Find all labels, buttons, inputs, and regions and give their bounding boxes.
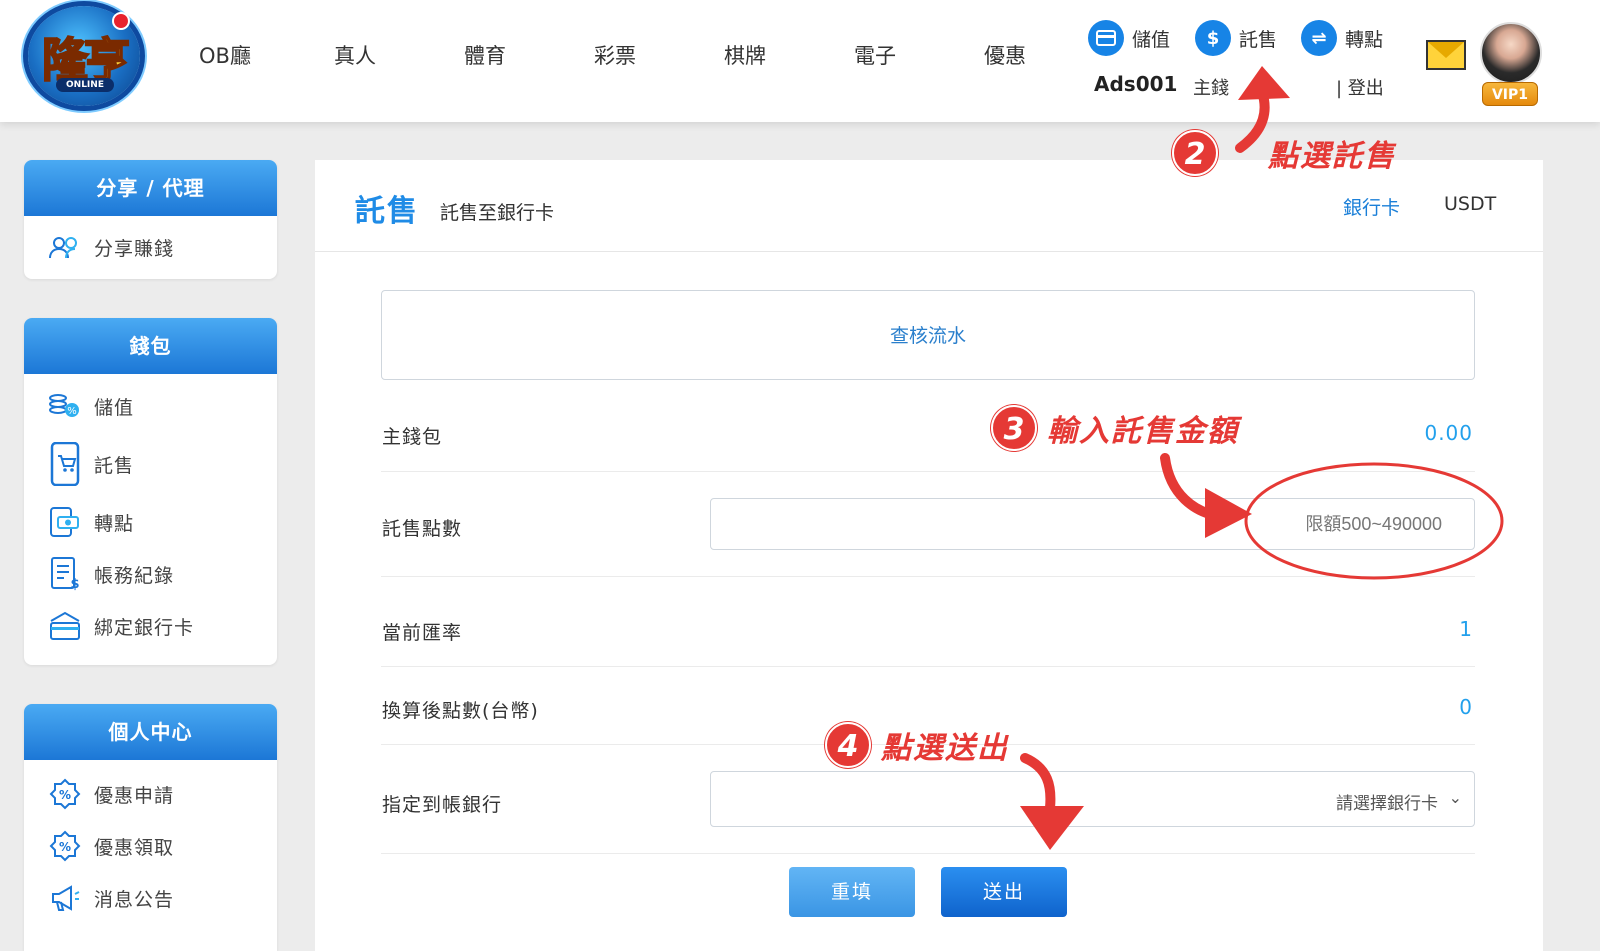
main-wallet-value: 0.00 xyxy=(1424,421,1473,445)
rate-value: 1 xyxy=(1459,617,1473,641)
svg-text:%: % xyxy=(67,406,77,417)
sidebar-item-deposit[interactable]: % 儲值 xyxy=(24,380,277,432)
divider xyxy=(381,853,1475,854)
tab-usdt[interactable]: USDT xyxy=(1444,193,1496,215)
withdraw-button[interactable]: $ 託售 xyxy=(1195,20,1277,56)
chevron-down-icon: ⌄ xyxy=(1448,788,1462,807)
nav-item-lottery[interactable]: 彩票 xyxy=(550,40,680,70)
username: Ads001 xyxy=(1094,72,1178,96)
divider xyxy=(381,471,1475,472)
sidebar-wallet-card: 錢包 % 儲值 託售 轉點 $ 帳務紀錄 綁定銀行卡 xyxy=(24,318,277,665)
logo-badge-icon xyxy=(112,12,130,30)
sidebar-item-label: 儲值 xyxy=(94,396,135,419)
logout-link[interactable]: | 登出 xyxy=(1336,74,1384,100)
svg-text:%: % xyxy=(59,840,71,854)
nav-item-live[interactable]: 真人 xyxy=(290,40,420,70)
transfer-money-icon xyxy=(48,505,82,539)
sidebar-item-label: 託售 xyxy=(94,454,135,477)
sidebar-item-label: 優惠申請 xyxy=(94,784,175,807)
coins-icon: % xyxy=(48,389,82,423)
divider xyxy=(381,666,1475,667)
sidebar-share-title: 分享 / 代理 xyxy=(24,160,277,216)
deposit-label: 儲值 xyxy=(1132,28,1171,51)
transfer-arrows-icon: ⇌ xyxy=(1301,20,1337,56)
nav-item-ob-hall[interactable]: OB廳 xyxy=(160,40,290,70)
bank-card-icon xyxy=(48,609,82,643)
top-header: 隆亨 ONLINE OB廳 真人 體育 彩票 棋牌 電子 優惠 儲值 $ 託售 … xyxy=(0,0,1600,122)
main-nav: OB廳 真人 體育 彩票 棋牌 電子 優惠 xyxy=(160,40,1070,70)
bank-label: 指定到帳銀行 xyxy=(382,794,503,816)
sidebar-item-promo-apply[interactable]: % 優惠申請 xyxy=(24,768,277,820)
nav-item-slots[interactable]: 電子 xyxy=(810,40,940,70)
svg-text:$: $ xyxy=(70,577,79,591)
transfer-label: 轉點 xyxy=(1345,28,1384,51)
page-title: 託售 xyxy=(355,194,419,229)
sidebar-item-label: 優惠領取 xyxy=(94,836,175,859)
step4-text: 點選送出 xyxy=(881,731,1009,766)
main-wallet-label: 主錢 xyxy=(1193,78,1229,99)
tab-bank-card[interactable]: 銀行卡 xyxy=(1343,193,1400,220)
card-icon xyxy=(1088,20,1124,56)
rate-label: 當前匯率 xyxy=(382,622,463,644)
bank-select[interactable]: 請選擇銀行卡 ⌄ xyxy=(710,771,1475,827)
page-subtitle: 託售至銀行卡 xyxy=(440,202,555,224)
converted-label: 換算後點數(台幣) xyxy=(382,700,539,722)
sidebar-item-ledger[interactable]: $ 帳務紀錄 xyxy=(24,548,277,600)
nav-item-promotions[interactable]: 優惠 xyxy=(940,40,1070,70)
percent-badge-icon: % xyxy=(48,777,82,811)
sidebar-wallet-title: 錢包 xyxy=(24,318,277,374)
sidebar-item-withdraw[interactable]: 託售 xyxy=(24,432,277,496)
transfer-button[interactable]: ⇌ 轉點 xyxy=(1301,20,1383,56)
users-icon xyxy=(48,231,82,265)
site-logo[interactable]: 隆亨 ONLINE xyxy=(28,6,140,106)
sidebar-personal-title: 個人中心 xyxy=(24,704,277,760)
submit-button[interactable]: 送出 xyxy=(941,867,1067,917)
main-wallet-row-label: 主錢包 xyxy=(382,426,443,448)
step3-number: 3 xyxy=(991,405,1037,451)
bank-select-value: 請選擇銀行卡 xyxy=(1336,794,1438,814)
avatar[interactable] xyxy=(1480,22,1542,84)
step4-annotation: 4 點選送出 xyxy=(825,722,1009,768)
svg-text:%: % xyxy=(59,788,71,802)
sidebar-item-promo-claim[interactable]: % 優惠領取 xyxy=(24,820,277,872)
sidebar-item-bind-card[interactable]: 綁定銀行卡 xyxy=(24,600,277,652)
mail-icon[interactable] xyxy=(1426,40,1466,70)
nav-item-sports[interactable]: 體育 xyxy=(420,40,550,70)
reset-button[interactable]: 重填 xyxy=(789,867,915,917)
sidebar-item-share-earn[interactable]: 分享賺錢 xyxy=(24,216,277,279)
percent-badge-icon: % xyxy=(48,829,82,863)
audit-turnover-button[interactable]: 查核流水 xyxy=(381,290,1475,380)
divider xyxy=(381,576,1475,577)
sidebar-item-label: 轉點 xyxy=(94,512,135,535)
logo-sub-text: ONLINE xyxy=(56,78,114,92)
nav-item-cards[interactable]: 棋牌 xyxy=(680,40,810,70)
sidebar-item-label: 帳務紀錄 xyxy=(94,564,175,587)
step4-number: 4 xyxy=(825,722,871,768)
step2-number: 2 xyxy=(1172,130,1218,176)
sidebar-item-announcements[interactable]: 消息公告 xyxy=(24,872,277,924)
ledger-icon: $ xyxy=(48,557,82,591)
converted-value: 0 xyxy=(1459,695,1473,719)
step2-annotation: 2 點選託售 xyxy=(1172,130,1396,176)
sidebar-item-label: 綁定銀行卡 xyxy=(94,616,195,639)
sell-points-label: 託售點數 xyxy=(382,518,463,540)
step2-text: 點選託售 xyxy=(1268,139,1396,174)
withdraw-label: 託售 xyxy=(1239,28,1278,51)
sidebar-personal-card: 個人中心 % 優惠申請 % 優惠領取 消息公告 xyxy=(24,704,277,951)
mobile-cart-icon xyxy=(48,442,82,486)
sidebar-share-card: 分享 / 代理 分享賺錢 xyxy=(24,160,277,279)
step3-annotation: 3 輸入託售金額 xyxy=(991,405,1239,451)
withdraw-panel: 託售 託售至銀行卡 銀行卡 USDT 查核流水 主錢包 0.00 託售點數 當前… xyxy=(315,160,1543,951)
sell-points-input[interactable] xyxy=(710,498,1475,550)
sidebar-item-label: 消息公告 xyxy=(94,888,175,911)
vip-badge: VIP1 xyxy=(1482,82,1538,106)
dollar-icon: $ xyxy=(1195,20,1231,56)
step3-text: 輸入託售金額 xyxy=(1047,414,1239,449)
sidebar-item-label: 分享賺錢 xyxy=(94,238,175,260)
deposit-button[interactable]: 儲值 xyxy=(1088,20,1170,56)
megaphone-icon xyxy=(48,881,82,915)
sidebar-item-transfer[interactable]: 轉點 xyxy=(24,496,277,548)
